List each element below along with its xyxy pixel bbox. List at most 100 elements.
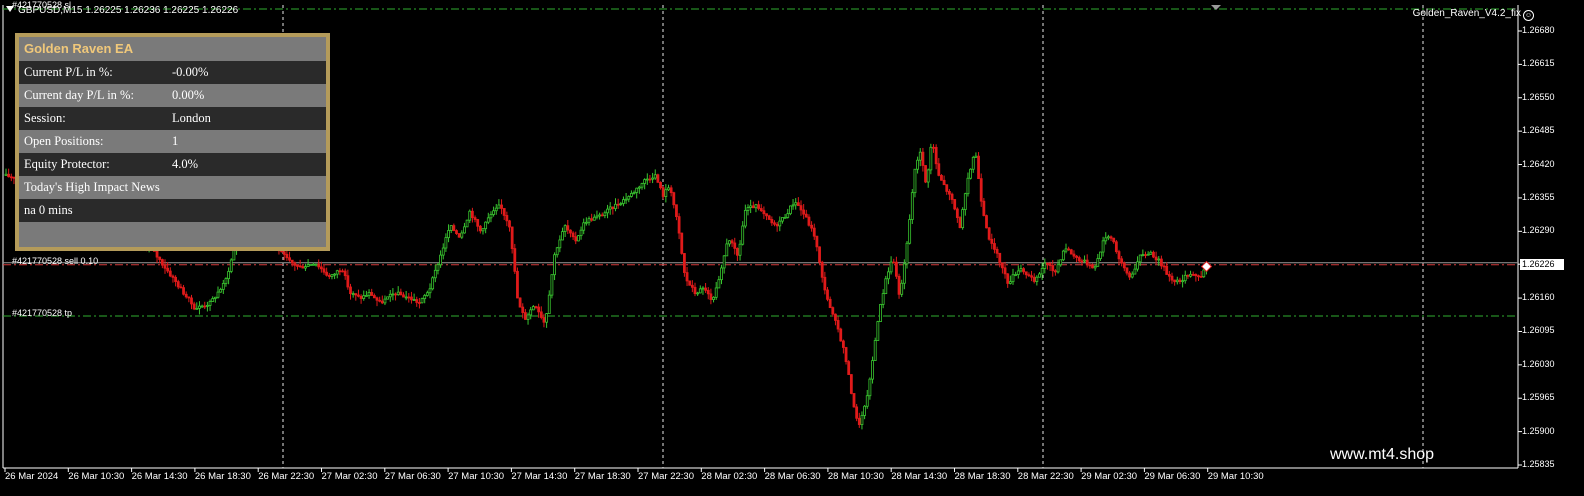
price-tick-label: 1.25835 <box>1522 459 1555 469</box>
candle <box>929 143 933 175</box>
price-tick-label: 1.26290 <box>1522 225 1555 236</box>
time-tick-label: 27 Mar 22:30 <box>638 471 694 482</box>
row-label: Equity Protector: <box>24 157 110 171</box>
candle <box>680 232 684 255</box>
panel-row-current-pl: Current P/L in %: -0.00% <box>19 61 326 84</box>
row-value: 1 <box>172 134 179 148</box>
entry-order-label[interactable]: #421770528 sell 0.10 <box>12 256 98 266</box>
candle <box>577 235 580 242</box>
candle <box>518 297 522 308</box>
price-tick-label: 1.26615 <box>1522 58 1555 69</box>
candle <box>871 356 874 384</box>
sl-order-label: #421770528 sl <box>12 0 72 10</box>
time-tick-label: 28 Mar 14:30 <box>891 471 948 482</box>
candle <box>852 393 856 408</box>
row-value: 0.00% <box>172 88 205 102</box>
candle <box>940 174 943 181</box>
candle <box>550 274 554 299</box>
candle <box>969 168 972 180</box>
candle <box>229 258 233 274</box>
price-tick-label: 1.26160 <box>1522 292 1555 303</box>
candle <box>873 337 877 361</box>
panel-row-open-positions: Open Positions: 1 <box>19 130 326 153</box>
candle <box>987 227 991 241</box>
candle <box>958 216 962 229</box>
row-value: 4.0% <box>172 157 199 171</box>
time-tick-label: 28 Mar 22:30 <box>1017 471 1074 482</box>
row-label: Open Positions: <box>24 134 104 148</box>
candle <box>844 346 848 365</box>
time-tick-label: 26 Mar 2024 <box>5 471 59 482</box>
candle <box>1061 249 1065 262</box>
row-label: Current P/L in %: <box>24 65 113 79</box>
price-tick-label: 1.26355 <box>1522 191 1555 202</box>
candle <box>516 267 519 299</box>
current-price-label: 1.26226 <box>1520 259 1564 270</box>
time-tick-label: 26 Mar 22:30 <box>258 471 315 482</box>
indicator-label: Golden_Raven_V4.2_fix ☺ <box>1412 8 1534 21</box>
row-label: Session: <box>24 111 66 125</box>
panel-row-equity-protector: Equity Protector: 4.0% <box>19 153 326 176</box>
price-tick-label: 1.26095 <box>1522 325 1555 336</box>
candle <box>309 263 313 266</box>
candle <box>855 403 859 422</box>
candle <box>457 233 461 238</box>
time-tick-label: 29 Mar 02:30 <box>1081 471 1138 482</box>
panel-row-day-pl: Current day P/L in %: 0.00% <box>19 84 326 107</box>
ea-info-panel: Golden Raven EA Current P/L in %: -0.00% … <box>15 33 330 251</box>
candle <box>688 280 692 286</box>
time-tick-label: 28 Mar 18:30 <box>954 471 1011 482</box>
candle <box>420 297 424 304</box>
candle <box>985 214 988 229</box>
time-tick-label: 29 Mar 10:30 <box>1207 471 1264 482</box>
time-tick-label: 28 Mar 10:30 <box>827 471 884 482</box>
row-label: na 0 mins <box>24 203 73 217</box>
candle <box>977 152 980 180</box>
candle <box>849 374 853 395</box>
time-tick-label: 27 Mar 18:30 <box>574 471 631 482</box>
watermark: www.mt4.shop <box>1330 446 1435 463</box>
panel-row-news-header: Today's High Impact News <box>19 176 326 199</box>
candle <box>879 303 882 322</box>
candle <box>465 219 469 228</box>
time-tick-label: 26 Mar 18:30 <box>194 471 251 482</box>
row-label: Current day P/L in %: <box>24 88 134 102</box>
candle <box>818 246 821 265</box>
row-value: -0.00% <box>172 65 209 79</box>
time-tick-label: 27 Mar 02:30 <box>321 471 378 482</box>
candle <box>910 189 914 224</box>
panel-row-empty <box>19 222 326 245</box>
candle <box>924 165 927 184</box>
price-tick-label: 1.26550 <box>1522 91 1555 102</box>
candle <box>1069 248 1073 255</box>
time-tick-label: 29 Mar 06:30 <box>1144 471 1201 482</box>
candle <box>839 327 843 342</box>
candle <box>961 207 965 230</box>
price-tick-label: 1.25900 <box>1522 425 1555 436</box>
candle <box>513 243 517 274</box>
tp-order-label[interactable]: #421770528 tp <box>12 308 72 318</box>
price-tick-label: 1.26030 <box>1522 358 1555 369</box>
time-tick-label: 27 Mar 14:30 <box>511 471 568 482</box>
candle <box>847 360 851 375</box>
chart-window[interactable]: GBPUSD,M15 1.26225 1.26236 1.26225 1.262… <box>0 0 1584 496</box>
panel-row-session: Session: London <box>19 107 326 130</box>
time-tick-label: 26 Mar 14:30 <box>131 471 188 482</box>
candle <box>1114 239 1118 254</box>
smiley-icon: ☺ <box>1523 10 1534 21</box>
time-tick-label: 28 Mar 02:30 <box>701 471 758 482</box>
price-tick-label: 1.25965 <box>1522 392 1555 403</box>
time-tick-label: 27 Mar 10:30 <box>448 471 505 482</box>
candle <box>656 173 660 183</box>
candle <box>386 296 390 300</box>
time-tick-label: 28 Mar 06:30 <box>764 471 821 482</box>
candle <box>884 275 888 295</box>
candle <box>953 198 957 211</box>
time-tick-label: 27 Mar 06:30 <box>384 471 441 482</box>
candle <box>876 320 880 341</box>
row-value: London <box>172 111 211 125</box>
panel-row-news-value: na 0 mins <box>19 199 326 222</box>
row-label: Today's High Impact News <box>24 180 160 194</box>
candle <box>767 214 771 221</box>
price-tick-label: 1.26420 <box>1522 158 1555 169</box>
